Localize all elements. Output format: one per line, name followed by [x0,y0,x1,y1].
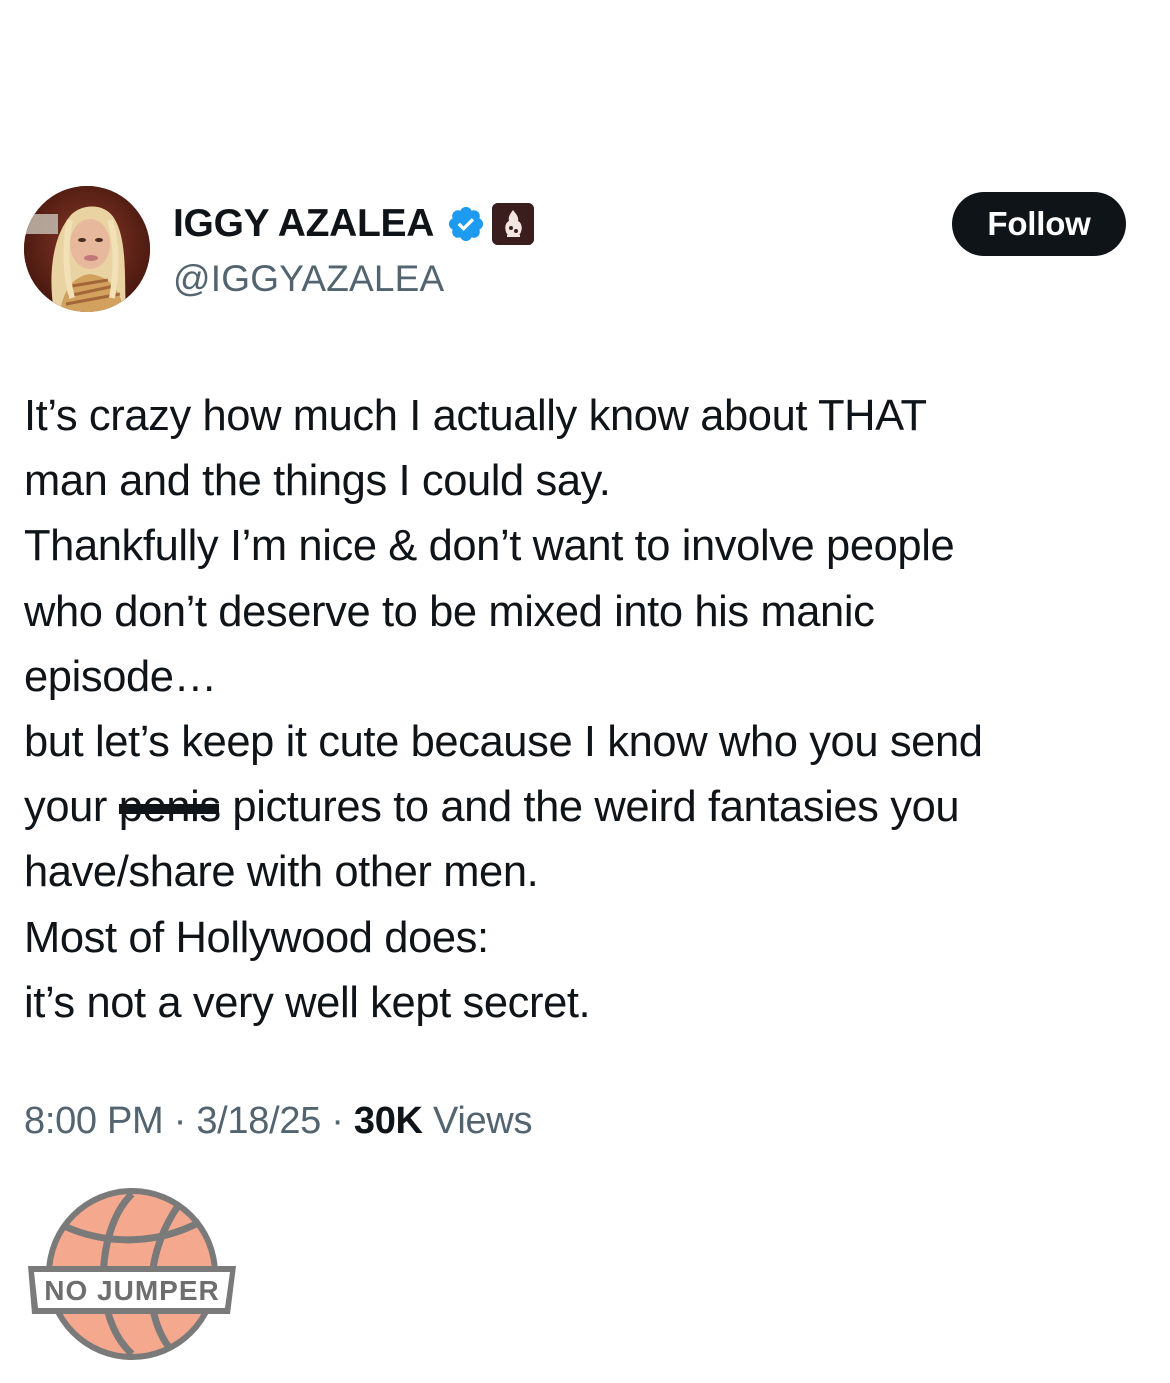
tweet-line-redacted: your penis pictures to and the weird fan… [24,775,1134,840]
verified-badge-icon[interactable] [446,204,486,244]
tweet-line: episode… [24,652,217,701]
tweet-line: but let’s keep it cute because I know wh… [24,718,983,767]
tweet-line: it’s not a very well kept secret. [24,978,591,1027]
meta-separator: · [173,1100,187,1142]
redacted-line-after: pictures to and the weird fantasies you [220,783,960,832]
tweet-date[interactable]: 3/18/25 [196,1100,321,1142]
tweet-line: Thankfully I’m nice & don’t want to invo… [24,522,955,571]
tweet-line: man and the things I could say. [24,457,611,506]
tweet-line: Most of Hollywood does: [24,913,489,962]
handle[interactable]: @IGGYAZALEA [173,258,534,300]
affiliate-badge-icon[interactable] [492,203,535,245]
follow-button[interactable]: Follow [952,192,1126,256]
no-jumper-watermark: NO JUMPER [28,1186,238,1366]
views-count: 30K [353,1100,423,1142]
tweet-line: who don’t deserve to be mixed into his m… [24,587,875,636]
tweet-time[interactable]: 8:00 PM [24,1100,164,1142]
tweet-header: IGGY AZALEA @IGGYAZALEA Follow [24,186,1126,314]
tweet-text: It’s crazy how much I actually know abou… [24,384,1134,1036]
tweet-line: have/share with other men. [24,848,539,897]
meta-separator: · [331,1100,344,1142]
tweet-line: It’s crazy how much I actually know abou… [24,392,927,440]
name-row: IGGY AZALEA [173,200,535,248]
author-identity: IGGY AZALEA @IGGYAZALEA [173,200,535,300]
watermark-text: NO JUMPER [44,1275,219,1306]
basketball-logo-icon: NO JUMPER [28,1188,236,1360]
tweet-meta: 8:00 PM · 3/18/25 · 30K Views [24,1100,532,1143]
redacted-word: penis [119,775,221,840]
avatar-image [24,186,150,312]
redacted-line-before: your [24,783,119,832]
views-label: Views [432,1100,533,1142]
avatar[interactable] [24,186,150,312]
display-name[interactable]: IGGY AZALEA [173,202,434,246]
